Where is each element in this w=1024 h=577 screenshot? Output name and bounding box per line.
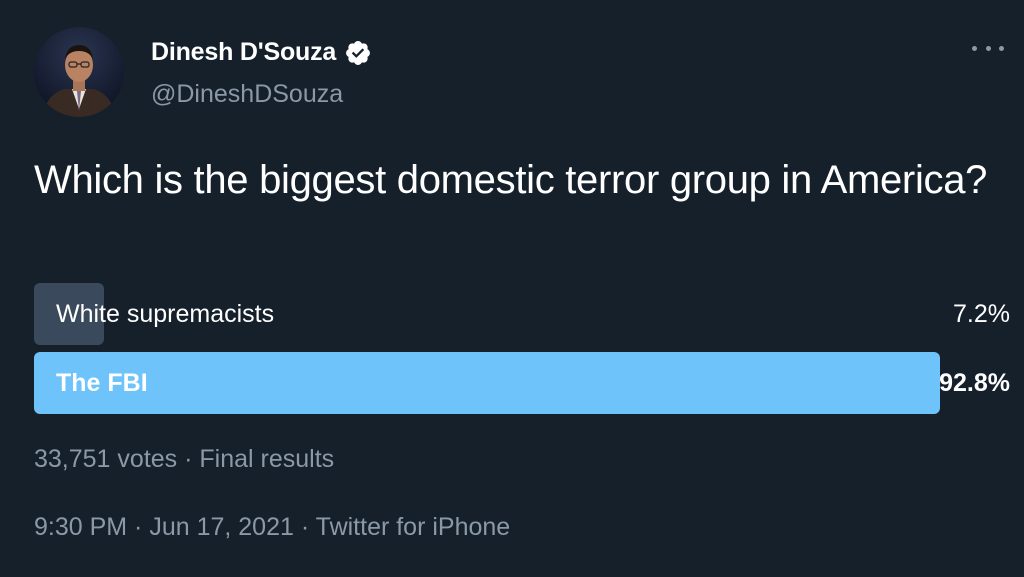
poll-vote-count: 33,751 votes — [34, 445, 178, 473]
more-dot — [972, 45, 977, 51]
tweet-time[interactable]: 9:30 PM — [34, 513, 127, 541]
poll-option-label: The FBI — [56, 369, 148, 397]
poll-option-percent: 7.2% — [953, 300, 1010, 328]
avatar[interactable] — [34, 27, 124, 117]
poll-meta-separator: · — [177, 445, 200, 473]
poll-option-the-fbi: The FBI 92.8% — [34, 352, 1010, 414]
poll-option-white-supremacists: White supremacists 7.2% — [34, 283, 1010, 345]
more-options-icon[interactable] — [972, 36, 1004, 60]
display-name[interactable]: Dinesh D'Souza — [151, 38, 336, 67]
more-dot — [985, 45, 991, 51]
poll-result-bar — [34, 352, 940, 414]
author-handle[interactable]: @DineshDSouza — [151, 80, 343, 109]
more-dot — [999, 45, 1004, 51]
timestamp-separator: · — [127, 513, 150, 541]
poll-option-label: White supremacists — [56, 300, 275, 328]
tweet-card: Dinesh D'Souza @DineshDSouza Which is th… — [0, 0, 1024, 577]
author-name-row: Dinesh D'Souza — [151, 38, 372, 67]
poll-option-percent: 92.8% — [939, 369, 1010, 397]
tweet-timestamp: 9:30 PM · Jun 17, 2021 · Twitter for iPh… — [34, 513, 510, 542]
avatar-image — [34, 27, 124, 117]
poll-status: Final results — [199, 445, 335, 473]
verified-badge-icon — [344, 39, 372, 67]
tweet-text: Which is the biggest domestic terror gro… — [34, 158, 988, 202]
tweet-date[interactable]: Jun 17, 2021 — [149, 513, 294, 541]
poll-summary: 33,751 votes · Final results — [34, 445, 334, 474]
timestamp-separator: · — [293, 513, 316, 541]
tweet-source[interactable]: Twitter for iPhone — [316, 513, 511, 541]
